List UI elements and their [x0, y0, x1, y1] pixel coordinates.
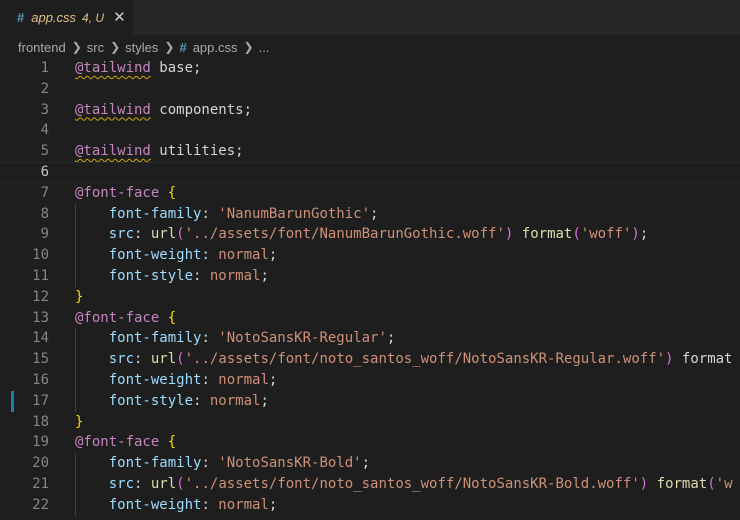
code-text: font-family: 'NotoSansKR-Regular';	[108, 330, 396, 347]
line-number: 1	[40, 60, 49, 76]
code-line[interactable]: 13 @font-face {	[0, 308, 740, 329]
tab-filename: app.css	[31, 10, 77, 25]
code-text: src: url('../assets/font/noto_santos_wof…	[108, 351, 733, 368]
line-number: 21	[32, 475, 49, 492]
code-line[interactable]: 4	[0, 120, 740, 141]
code-text: @font-face {	[75, 184, 177, 201]
close-icon[interactable]: ✕	[113, 10, 126, 25]
code-line[interactable]: 16 font-weight: normal;	[0, 370, 740, 391]
code-line[interactable]: 19 @font-face {	[0, 432, 740, 453]
line-number: 14	[32, 330, 49, 347]
line-number: 22	[32, 496, 49, 513]
code-text: font-family: 'NotoSansKR-Bold';	[108, 455, 371, 472]
code-text: }	[75, 288, 84, 305]
tab-bar: # app.css 4, U ✕	[0, 0, 740, 35]
code-text: font-weight: normal;	[108, 371, 278, 388]
code-text: font-weight: normal;	[108, 496, 278, 513]
indent-guide	[75, 203, 76, 287]
line-number: 19	[32, 434, 49, 451]
code-line[interactable]: 15 src: url('../assets/font/noto_santos_…	[0, 349, 740, 370]
code-text: @font-face {	[75, 309, 177, 326]
line-number: 11	[32, 267, 49, 284]
line-number: 7	[40, 184, 49, 201]
line-number: 17	[32, 392, 49, 409]
line-number: 12	[32, 288, 49, 305]
line-number: 6	[40, 163, 49, 180]
code-text: src: url('../assets/font/NanumBarunGothi…	[108, 226, 649, 243]
code-text: src: url('../assets/font/noto_santos_wof…	[108, 475, 733, 492]
code-editor[interactable]: 1 @tailwind base; 2 3 @tailwind components; 4…	[0, 58, 740, 520]
code-line[interactable]: 22 font-weight: normal;	[0, 495, 740, 516]
code-text: font-style: normal;	[108, 267, 269, 284]
code-line[interactable]: 20 font-family: 'NotoSansKR-Bold';	[0, 453, 740, 474]
indent-guide	[75, 453, 76, 516]
breadcrumb: frontend ❯ src ❯ styles ❯ # app.css ❯ ..…	[0, 36, 740, 58]
code-text: @tailwind base;	[75, 60, 202, 76]
code-text: font-weight: normal;	[108, 247, 278, 264]
line-number: 9	[40, 226, 49, 243]
code-line[interactable]: 21 src: url('../assets/font/noto_santos_…	[0, 474, 740, 495]
code-text: font-style: normal;	[108, 392, 269, 409]
line-number: 18	[32, 413, 49, 430]
code-line[interactable]: 12}	[0, 287, 740, 308]
breadcrumb-item-file[interactable]: app.css	[193, 40, 238, 55]
indent-guide	[75, 328, 76, 412]
code-text: @font-face {	[75, 434, 177, 451]
chevron-right-icon: ❯	[110, 40, 121, 54]
code-line[interactable]: 5 @tailwind utilities;	[0, 141, 740, 162]
chevron-right-icon: ❯	[164, 40, 175, 54]
code-line[interactable]: 18}	[0, 412, 740, 433]
git-change-marker[interactable]	[11, 390, 14, 412]
code-line[interactable]: 9 src: url('../assets/font/NanumBarunGot…	[0, 224, 740, 245]
chevron-right-icon: ❯	[71, 40, 82, 54]
code-text: }	[75, 413, 84, 430]
line-number: 15	[32, 351, 49, 368]
breadcrumb-item-styles[interactable]: styles	[125, 40, 158, 55]
code-text: @tailwind components;	[75, 101, 253, 118]
line-number: 10	[32, 247, 49, 264]
code-line[interactable]: 7 @font-face {	[0, 183, 740, 204]
line-number: 16	[32, 371, 49, 388]
line-number: 2	[40, 80, 49, 97]
code-line[interactable]: 11 font-style: normal;	[0, 266, 740, 287]
breadcrumb-item-more[interactable]: ...	[259, 40, 270, 55]
line-number: 4	[40, 122, 49, 139]
line-number: 13	[32, 309, 49, 326]
code-line[interactable]: 10 font-weight: normal;	[0, 245, 740, 266]
line-number: 20	[32, 455, 49, 472]
breadcrumb-item-frontend[interactable]: frontend	[18, 40, 66, 55]
code-text: font-family: 'NanumBarunGothic';	[108, 205, 379, 222]
code-line[interactable]: 1 @tailwind base;	[0, 58, 740, 79]
line-number: 5	[40, 143, 49, 160]
css-file-icon: #	[179, 39, 187, 55]
code-line[interactable]: 3 @tailwind components;	[0, 100, 740, 121]
tab-app-css[interactable]: # app.css 4, U ✕	[0, 0, 133, 35]
code-text: @tailwind utilities;	[75, 143, 244, 160]
chevron-right-icon: ❯	[243, 40, 254, 54]
breadcrumb-item-src[interactable]: src	[87, 40, 104, 55]
line-number: 8	[40, 205, 49, 222]
code-line[interactable]: 8 font-family: 'NanumBarunGothic';	[0, 204, 740, 225]
line-number: 3	[40, 101, 49, 118]
code-line[interactable]: 14 font-family: 'NotoSansKR-Regular';	[0, 328, 740, 349]
css-file-icon: #	[17, 10, 25, 25]
code-line[interactable]: 6	[0, 162, 740, 183]
code-line[interactable]: 2	[0, 79, 740, 100]
tab-problems-status: 4, U	[82, 10, 105, 25]
code-line[interactable]: 17 font-style: normal;	[0, 391, 740, 412]
